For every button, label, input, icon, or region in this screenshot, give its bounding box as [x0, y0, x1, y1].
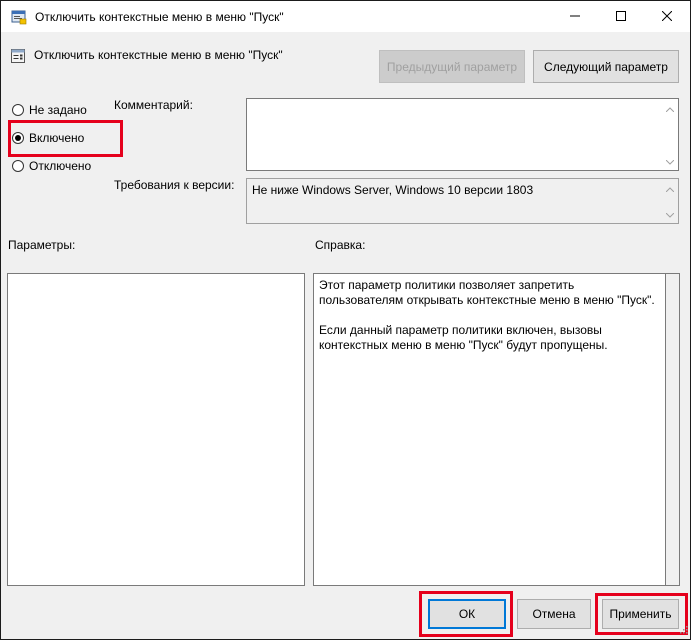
version-field: Не ниже Windows Server, Windows 10 верси…	[246, 178, 679, 224]
minimize-icon	[570, 10, 580, 24]
radio-dot	[15, 135, 21, 141]
parameters-panel	[7, 273, 305, 586]
maximize-button[interactable]	[598, 1, 644, 32]
help-paragraph: Если данный параметр политики включен, в…	[319, 323, 608, 352]
radio-circle[interactable]	[12, 160, 24, 172]
resize-grip-icon[interactable]	[678, 623, 688, 637]
version-scrollbar[interactable]	[663, 180, 677, 222]
policy-app-icon	[11, 9, 27, 25]
maximize-icon	[616, 10, 626, 24]
apply-button[interactable]: Применить	[602, 599, 679, 629]
previous-setting-button[interactable]: Предыдущий параметр	[379, 50, 525, 83]
help-panel: Этот параметр политики позволяет запрети…	[313, 273, 666, 586]
minimize-button[interactable]	[552, 1, 598, 32]
help-scrollbar[interactable]	[666, 273, 680, 586]
radio-circle[interactable]	[12, 104, 24, 116]
radio-enabled[interactable]: Включено	[12, 130, 84, 146]
radio-label: Не задано	[29, 103, 87, 117]
help-label: Справка:	[315, 238, 366, 252]
close-icon	[661, 10, 673, 24]
comment-label: Комментарий:	[114, 98, 193, 112]
close-button[interactable]	[644, 1, 690, 32]
scroll-up-icon[interactable]	[665, 101, 675, 115]
parameters-label: Параметры:	[8, 238, 76, 252]
radio-circle-selected[interactable]	[12, 132, 24, 144]
scroll-down-icon[interactable]	[665, 154, 675, 168]
next-setting-button[interactable]: Следующий параметр	[533, 50, 679, 83]
help-text: Этот параметр политики позволяет запрети…	[319, 278, 659, 368]
cancel-button[interactable]: Отмена	[517, 599, 591, 629]
policy-setting-icon	[10, 48, 26, 64]
scroll-down-icon[interactable]	[665, 207, 675, 221]
window-title: Отключить контекстные меню в меню "Пуск"	[35, 10, 284, 24]
policy-title: Отключить контекстные меню в меню "Пуск"	[34, 48, 283, 62]
scroll-up-icon[interactable]	[665, 181, 675, 195]
version-value: Не ниже Windows Server, Windows 10 верси…	[252, 183, 534, 197]
radio-not-configured[interactable]: Не задано	[12, 102, 87, 118]
radio-label: Отключено	[29, 159, 92, 173]
version-label: Требования к версии:	[114, 178, 235, 192]
comment-textarea[interactable]	[246, 98, 679, 171]
policy-dialog: Отключить контекстные меню в меню "Пуск"	[0, 0, 691, 640]
radio-label: Включено	[29, 131, 85, 145]
title-bar[interactable]: Отключить контекстные меню в меню "Пуск"	[1, 1, 690, 32]
comment-scrollbar[interactable]	[663, 100, 677, 169]
help-paragraph: Этот параметр политики позволяет запрети…	[319, 278, 655, 307]
ok-button[interactable]: ОК	[428, 599, 506, 629]
radio-disabled[interactable]: Отключено	[12, 158, 91, 174]
